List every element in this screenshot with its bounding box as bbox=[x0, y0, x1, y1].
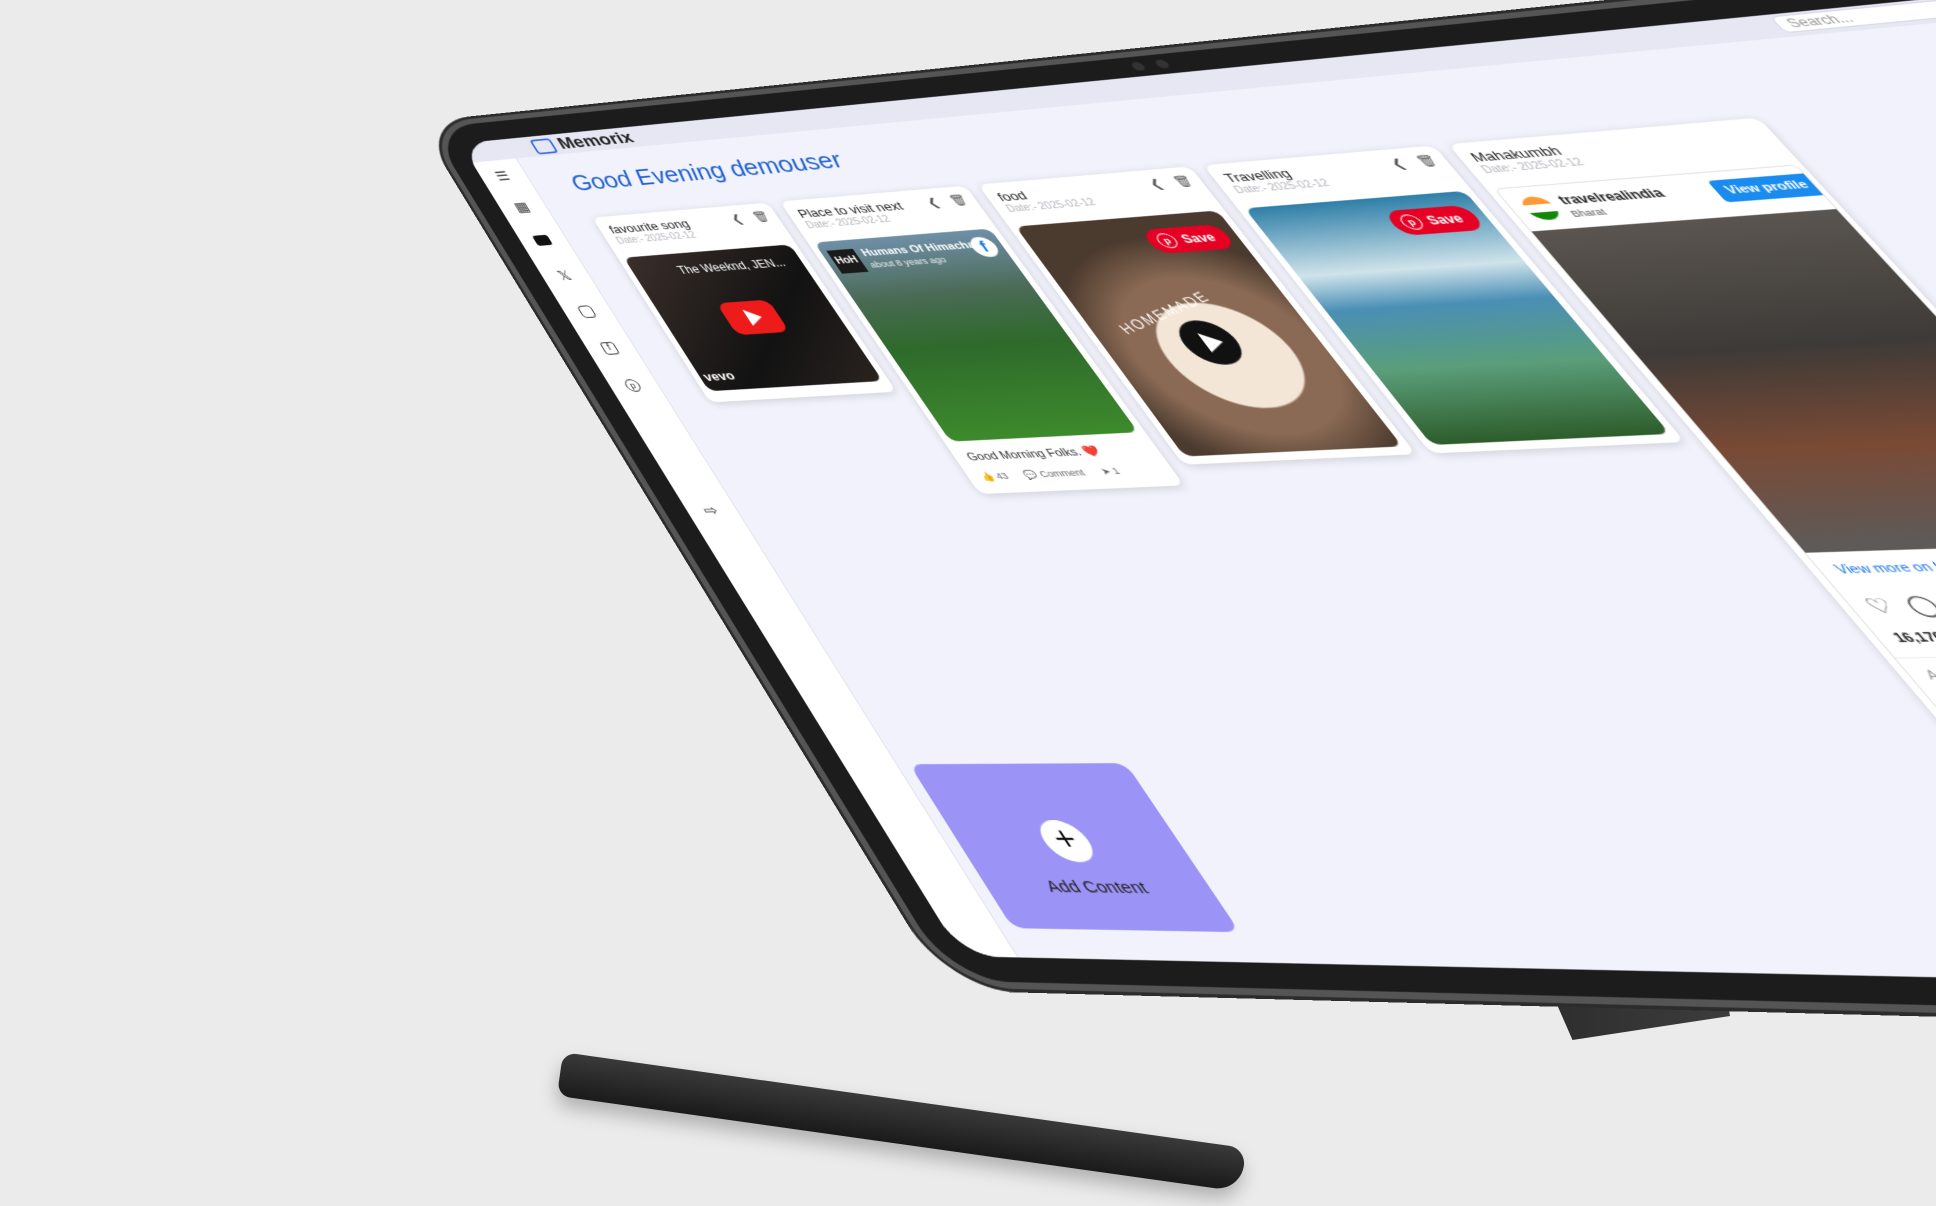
x-icon[interactable]: 𝕏 bbox=[548, 266, 580, 286]
trash-icon[interactable]: 🗑 bbox=[1413, 154, 1442, 169]
video-caption: The Weeknd, JEN... bbox=[675, 256, 789, 276]
search-input[interactable]: Search... bbox=[1769, 0, 1936, 33]
facebook-icon[interactable]: f bbox=[593, 338, 626, 359]
logo-icon bbox=[529, 138, 558, 155]
share-icon[interactable]: ❮ bbox=[1387, 156, 1410, 170]
plus-icon: + bbox=[1031, 820, 1103, 862]
view-profile-button[interactable]: View profile bbox=[1707, 173, 1829, 202]
pinterest-save-button[interactable]: p Save bbox=[1140, 224, 1237, 254]
share-icon[interactable]: ❮ bbox=[923, 196, 942, 209]
shares-value: 1 bbox=[1109, 466, 1122, 476]
account-location: Bharat bbox=[1568, 207, 1610, 219]
divider bbox=[1895, 651, 1936, 658]
trash-icon[interactable]: 🗑 bbox=[1170, 174, 1197, 188]
greeting-heading: Good Evening demouser bbox=[566, 148, 850, 197]
trash-icon[interactable]: 🗑 bbox=[750, 210, 773, 223]
logout-icon[interactable]: ⇨ bbox=[693, 500, 728, 522]
like-count[interactable]: 👍 43 bbox=[978, 471, 1011, 483]
card-title: food bbox=[994, 188, 1031, 204]
app-name: Memorix bbox=[554, 129, 639, 154]
add-content-label: Add Content bbox=[980, 877, 1217, 899]
share-icon[interactable]: ❮ bbox=[1145, 177, 1166, 191]
pinterest-save-button[interactable]: p Save bbox=[1383, 205, 1487, 236]
app-logo[interactable]: Memorix bbox=[528, 129, 638, 156]
youtube-icon[interactable] bbox=[527, 230, 559, 250]
comment-button[interactable]: 💬 Comment bbox=[1022, 467, 1088, 480]
tablet: Memorix Search... ☰ ▦ 𝕏 f p ⇨ Good Eveni… bbox=[430, 0, 1936, 1037]
menu-icon[interactable]: ☰ bbox=[487, 166, 518, 186]
youtube-play-icon[interactable] bbox=[716, 300, 789, 336]
heart-icon[interactable]: ♡ bbox=[1859, 594, 1902, 619]
comment-icon[interactable]: ◯ bbox=[1898, 593, 1936, 618]
instagram-icon[interactable] bbox=[571, 301, 604, 322]
instagram-actions: ♡ ◯ ⇧ bbox=[1859, 592, 1936, 619]
card-actions: ❮ 🗑 bbox=[923, 193, 971, 209]
share-icon[interactable]: ❮ bbox=[728, 212, 746, 225]
save-label: Save bbox=[1423, 212, 1468, 228]
post-stats: 👍 43 💬 Comment ➤ 1 bbox=[978, 466, 1123, 483]
likes-value: 43 bbox=[993, 471, 1011, 481]
play-icon[interactable] bbox=[1168, 319, 1254, 366]
post-text: Good Morning Folks. ❤️ bbox=[964, 445, 1104, 464]
pinterest-icon: p bbox=[1396, 214, 1428, 231]
card-actions: ❮ 🗑 bbox=[1387, 154, 1442, 171]
account-name[interactable]: travelrealindia bbox=[1554, 186, 1668, 207]
screen: Memorix Search... ☰ ▦ 𝕏 f p ⇨ Good Eveni… bbox=[460, 0, 1936, 1003]
pinterest-icon[interactable]: p bbox=[616, 375, 650, 396]
account-avatar bbox=[1516, 196, 1565, 221]
card-actions: ❮ 🗑 bbox=[1145, 174, 1196, 190]
comment-label: Comment bbox=[1037, 467, 1087, 479]
card-actions: ❮ 🗑 bbox=[728, 210, 773, 225]
trash-icon[interactable]: 🗑 bbox=[946, 193, 971, 207]
view-more-link[interactable]: View more on Instagram bbox=[1832, 558, 1936, 576]
scene: Memorix Search... ☰ ▦ 𝕏 f p ⇨ Good Eveni… bbox=[0, 0, 1936, 1206]
comment-input[interactable]: Add a comment... bbox=[1922, 667, 1936, 683]
save-label: Save bbox=[1178, 231, 1220, 246]
like-count: 16,176 likes bbox=[1890, 630, 1936, 646]
facebook-icon: f bbox=[966, 236, 1004, 258]
share-count[interactable]: ➤ 1 bbox=[1098, 466, 1123, 478]
stylus bbox=[557, 1052, 1246, 1192]
grid-icon[interactable]: ▦ bbox=[506, 197, 538, 217]
pinterest-icon: p bbox=[1153, 233, 1182, 249]
vevo-watermark: vevo bbox=[700, 368, 738, 383]
